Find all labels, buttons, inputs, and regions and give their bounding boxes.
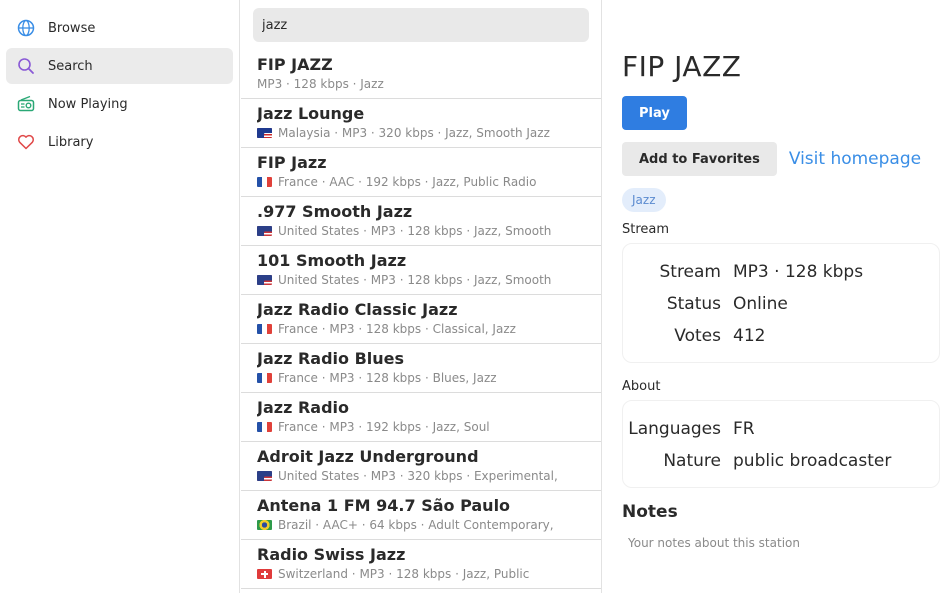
- station-name: Jazz Radio Blues: [257, 349, 405, 368]
- play-button[interactable]: Play: [622, 96, 687, 130]
- station-meta-text: Brazil · AAC+ · 64 kbps · Adult Contempo…: [278, 518, 554, 532]
- station-meta-text: United States · MP3 · 128 kbps · Jazz, S…: [278, 273, 552, 287]
- status-value: Online: [733, 294, 788, 314]
- votes-key: Votes: [674, 326, 721, 346]
- station-name: FIP Jazz: [257, 153, 327, 172]
- station-name: Jazz Radio Classic Jazz: [257, 300, 458, 319]
- station-name: Adroit Jazz Underground: [257, 447, 479, 466]
- station-name: 101 Smooth Jazz: [257, 251, 407, 270]
- station-meta-text: MP3 · 128 kbps · Jazz: [257, 77, 384, 91]
- station-meta: Malaysia · MP3 · 320 kbps · Jazz, Smooth…: [257, 125, 585, 142]
- sidebar-item-label: Now Playing: [48, 96, 128, 112]
- stream-card: Stream MP3 · 128 kbps Status Online Vote…: [622, 243, 940, 363]
- france-flag-icon: [257, 177, 272, 187]
- votes-row: Votes 412: [623, 320, 939, 352]
- page-title: FIP JAZZ: [622, 50, 742, 83]
- stream-row: Stream MP3 · 128 kbps: [623, 256, 939, 288]
- station-meta-text: France · AAC · 192 kbps · Jazz, Public R…: [278, 175, 537, 189]
- stream-section-label: Stream: [622, 222, 670, 237]
- notes-title: Notes: [622, 502, 678, 522]
- languages-key: Languages: [628, 419, 721, 439]
- france-flag-icon: [257, 324, 272, 334]
- sidebar: Browse Search Now Playing Library: [0, 0, 240, 593]
- station-list-item[interactable]: Radio Swiss Jazz Switzerland · MP3 · 128 …: [241, 540, 601, 589]
- globe-icon: [16, 18, 36, 38]
- station-meta-text: United States · MP3 · 128 kbps · Jazz, S…: [278, 224, 552, 238]
- brazil-flag-icon: [257, 520, 272, 530]
- station-name: Antena 1 FM 94.7 São Paulo: [257, 496, 511, 515]
- sidebar-item-library[interactable]: Library: [6, 124, 233, 160]
- station-meta: United States · MP3 · 320 kbps · Experim…: [257, 468, 585, 485]
- about-card: Languages FR Nature public broadcaster: [622, 400, 940, 488]
- us-flag-icon: [257, 226, 272, 236]
- action-row: Add to Favorites Visit homepage: [622, 142, 940, 176]
- votes-value: 412: [733, 326, 766, 346]
- station-list-item[interactable]: .977 Smooth Jazz United States · MP3 · 12…: [241, 197, 601, 246]
- switzerland-flag-icon: [257, 569, 272, 579]
- station-meta-text: France · MP3 · 128 kbps · Classical, Jaz…: [278, 322, 516, 336]
- station-name: Jazz Radio: [257, 398, 349, 417]
- us-flag-icon: [257, 471, 272, 481]
- station-meta: Switzerland · MP3 · 128 kbps · Jazz, Pub…: [257, 566, 585, 583]
- nature-value: public broadcaster: [733, 451, 892, 471]
- france-flag-icon: [257, 373, 272, 383]
- radio-icon: [16, 94, 36, 114]
- stream-key: Stream: [659, 262, 721, 282]
- languages-row: Languages FR: [623, 413, 939, 445]
- station-meta-text: Switzerland · MP3 · 128 kbps · Jazz, Pub…: [278, 567, 530, 581]
- add-to-favorites-button[interactable]: Add to Favorites: [622, 142, 777, 176]
- station-meta: France · MP3 · 192 kbps · Jazz, Soul: [257, 419, 585, 436]
- sidebar-item-search[interactable]: Search: [6, 48, 233, 84]
- station-name: Jazz Lounge: [257, 104, 365, 123]
- sidebar-item-now-playing[interactable]: Now Playing: [6, 86, 233, 122]
- station-meta-text: France · MP3 · 128 kbps · Blues, Jazz: [278, 371, 497, 385]
- station-list-item[interactable]: Jazz Radio Blues France · MP3 · 128 kbps …: [241, 344, 601, 393]
- station-meta: Brazil · AAC+ · 64 kbps · Adult Contempo…: [257, 517, 585, 534]
- sidebar-item-label: Search: [48, 58, 93, 74]
- france-flag-icon: [257, 422, 272, 432]
- station-list-item[interactable]: Jazz Lounge Malaysia · MP3 · 320 kbps · J…: [241, 99, 601, 148]
- station-meta: France · AAC · 192 kbps · Jazz, Public R…: [257, 174, 585, 191]
- station-meta: France · MP3 · 128 kbps · Blues, Jazz: [257, 370, 585, 387]
- station-meta: United States · MP3 · 128 kbps · Jazz, S…: [257, 272, 585, 289]
- station-meta: MP3 · 128 kbps · Jazz: [257, 76, 585, 93]
- station-name: .977 Smooth Jazz: [257, 202, 413, 221]
- station-meta-text: United States · MP3 · 320 kbps · Experim…: [278, 469, 558, 483]
- search-input[interactable]: [253, 8, 589, 42]
- results-pane: FIP JAZZ MP3 · 128 kbps · Jazz Jazz Lounge…: [241, 0, 602, 593]
- malaysia-flag-icon: [257, 128, 272, 138]
- station-detail: FIP JAZZ Play Add to Favorites Visit hom…: [602, 0, 940, 593]
- station-list-item[interactable]: 101 Smooth Jazz United States · MP3 · 128…: [241, 246, 601, 295]
- station-name: Radio Swiss Jazz: [257, 545, 406, 564]
- sidebar-item-browse[interactable]: Browse: [6, 10, 233, 46]
- search-icon: [16, 56, 36, 76]
- nature-key: Nature: [663, 451, 721, 471]
- about-section-label: About: [622, 379, 661, 394]
- sidebar-item-label: Browse: [48, 20, 96, 36]
- station-meta: France · MP3 · 128 kbps · Classical, Jaz…: [257, 321, 585, 338]
- station-list: FIP JAZZ MP3 · 128 kbps · Jazz Jazz Lounge…: [241, 50, 601, 589]
- station-list-item[interactable]: Adroit Jazz Underground United States · M…: [241, 442, 601, 491]
- notes-field[interactable]: [622, 536, 940, 550]
- nature-row: Nature public broadcaster: [623, 445, 939, 477]
- station-list-item[interactable]: Jazz Radio France · MP3 · 192 kbps · Jazz…: [241, 393, 601, 442]
- visit-homepage-link[interactable]: Visit homepage: [789, 149, 921, 169]
- status-key: Status: [666, 294, 721, 314]
- heart-icon: [16, 132, 36, 152]
- station-list-item[interactable]: FIP Jazz France · AAC · 192 kbps · Jazz, …: [241, 148, 601, 197]
- sidebar-item-label: Library: [48, 134, 94, 150]
- search-bar: [241, 0, 601, 50]
- station-meta: United States · MP3 · 128 kbps · Jazz, S…: [257, 223, 585, 240]
- station-meta-text: Malaysia · MP3 · 320 kbps · Jazz, Smooth…: [278, 126, 550, 140]
- languages-value: FR: [733, 419, 755, 439]
- stream-value: MP3 · 128 kbps: [733, 262, 864, 282]
- station-list-item[interactable]: FIP JAZZ MP3 · 128 kbps · Jazz: [241, 50, 601, 99]
- station-list-item[interactable]: Antena 1 FM 94.7 São Paulo Brazil · AAC+ …: [241, 491, 601, 540]
- genre-tag[interactable]: Jazz: [622, 188, 666, 212]
- us-flag-icon: [257, 275, 272, 285]
- station-list-item[interactable]: Jazz Radio Classic Jazz France · MP3 · 12…: [241, 295, 601, 344]
- station-name: FIP JAZZ: [257, 55, 333, 74]
- station-meta-text: France · MP3 · 192 kbps · Jazz, Soul: [278, 420, 490, 434]
- status-row: Status Online: [623, 288, 939, 320]
